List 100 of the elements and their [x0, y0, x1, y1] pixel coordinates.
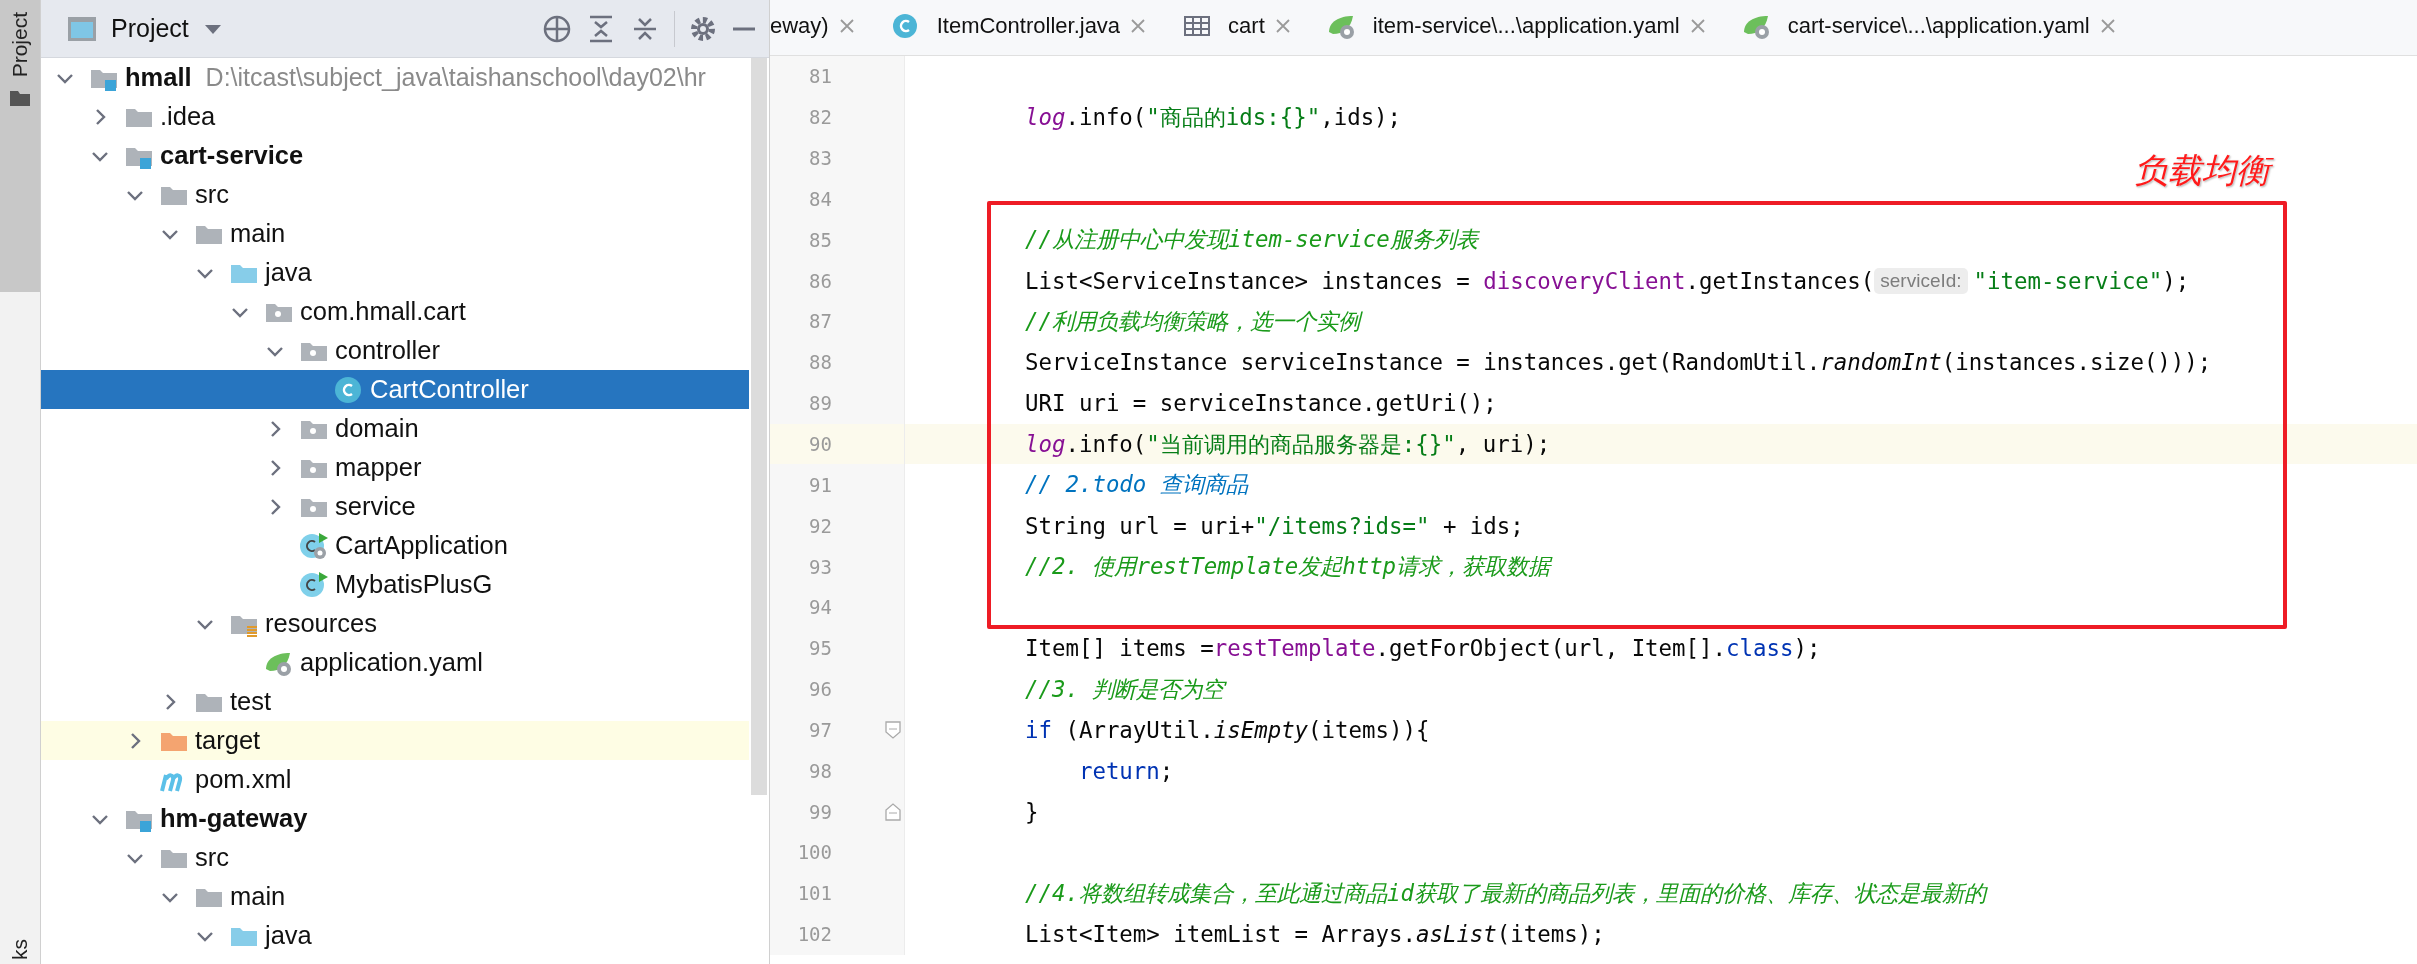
tree-row[interactable]: mapper	[41, 448, 749, 487]
editor-tab[interactable]: cart	[1162, 0, 1307, 55]
code-token: //4.将数组转成集合，至此通过商品id获取了最新的商品列表，里面的价格、库存、状态是最新的	[1025, 878, 1986, 908]
tree-row[interactable]: CartApplication	[41, 526, 749, 565]
tree-row[interactable]: test	[41, 682, 749, 721]
settings-icon[interactable]	[689, 14, 717, 43]
editor-tab[interactable]: eway)	[770, 0, 871, 55]
code-token: );	[1793, 635, 1821, 662]
tree-row[interactable]: application.yaml	[41, 643, 749, 682]
code-token: log	[1025, 431, 1066, 457]
spring-class-icon	[299, 531, 329, 560]
tree-item-label: resources	[265, 609, 377, 638]
code-token: );	[2162, 267, 2190, 294]
line-number: 94	[808, 596, 832, 619]
code-token: discoveryClient	[1483, 267, 1686, 294]
code-token: log	[1025, 104, 1066, 131]
tree-item-label: com.hmall.cart	[300, 297, 466, 326]
close-icon[interactable]	[1689, 18, 1706, 34]
line-number: 82	[808, 106, 832, 129]
code-token: // 2.todo 查询商品	[1025, 470, 1248, 500]
editor-tab[interactable]: item-service\...\application.yaml	[1306, 0, 1722, 55]
line-number: 91	[808, 473, 832, 496]
code-token: List<ServiceInstance> instances =	[1025, 267, 1471, 294]
tree-row[interactable]: resources	[41, 604, 749, 643]
line-number: 84	[808, 187, 832, 210]
panel-title: Project	[111, 14, 189, 43]
line-number: 88	[808, 351, 832, 374]
line-number: 86	[808, 269, 832, 292]
tree-row[interactable]: service	[41, 487, 749, 526]
class-icon	[334, 375, 364, 404]
line-number: 97	[808, 718, 832, 741]
tree-item-label: java	[265, 921, 312, 950]
code-token: List<Item> itemList = Arrays.	[1025, 921, 1416, 948]
tree-row[interactable]: main	[41, 214, 749, 253]
tree-row[interactable]: main	[41, 877, 749, 916]
line-number: 100	[796, 841, 832, 864]
line-number: 81	[808, 65, 832, 88]
tree-row[interactable]: java	[41, 916, 749, 955]
tree-item-label: service	[335, 492, 416, 521]
tree-item-label: cart-service	[160, 141, 304, 170]
editor-tab[interactable]: ItemController.java	[870, 0, 1163, 55]
bookmarks-tool-tab[interactable]: ks	[8, 939, 32, 960]
tree-item-label: application.yaml	[300, 648, 483, 677]
fold-marker-icon[interactable]	[885, 802, 901, 821]
code-token: isEmpty	[1213, 716, 1309, 743]
tree-row[interactable]: pom.xml	[41, 760, 749, 799]
close-icon[interactable]	[838, 18, 855, 34]
line-number: 98	[808, 759, 832, 782]
tree-row[interactable]: .idea	[41, 97, 749, 136]
code-token: ServiceInstance serviceInstance = instances.get(RandomUtil.	[1025, 349, 1821, 376]
editor-tab[interactable]: cart-service\...\application.yaml	[1721, 0, 2132, 55]
tree-item-label: target	[195, 726, 261, 755]
close-icon[interactable]	[1274, 18, 1291, 34]
tree-row[interactable]: controller	[41, 331, 749, 370]
code-token: .info(	[1065, 104, 1147, 131]
window-icon	[67, 15, 97, 42]
code-token: //从注册中心中发现item-service服务列表	[1025, 225, 1478, 255]
line-number: 92	[808, 514, 832, 537]
tree-item-label: mapper	[335, 453, 422, 482]
scrollbar-thumb[interactable]	[751, 58, 767, 795]
code-token: String url = uri+	[1025, 512, 1255, 539]
tree-item-label: controller	[335, 336, 440, 365]
tree-item-label: src	[195, 843, 229, 872]
line-number: 89	[808, 392, 832, 415]
fold-marker-icon[interactable]	[885, 720, 901, 739]
tree-item-label: main	[230, 882, 286, 911]
folder-icon	[9, 89, 31, 108]
tree-row[interactable]: hm-gateway	[41, 799, 749, 838]
close-icon[interactable]	[2099, 18, 2116, 34]
tree-row[interactable]: domain	[41, 409, 749, 448]
tree-row[interactable]: com.hmall.cart	[41, 292, 749, 331]
tree-row[interactable]: CartController	[41, 370, 749, 409]
line-number: 85	[808, 228, 832, 251]
code-token: , uri);	[1455, 431, 1551, 457]
code-token: //3. 判断是否为空	[1025, 674, 1225, 704]
code-token: URI uri = serviceInstance.getUri();	[1025, 390, 1497, 417]
code-token: class	[1726, 635, 1794, 662]
tree-row[interactable]: java	[41, 253, 749, 292]
code-token: (instances.size()));	[1941, 349, 2212, 376]
tree-row[interactable]: src	[41, 175, 749, 214]
line-number: 102	[796, 923, 832, 946]
code-token: asList	[1415, 921, 1497, 948]
project-tool-tab[interactable]: Project	[0, 0, 40, 292]
code-token: "当前调用的商品服务器是:{}"	[1146, 429, 1456, 459]
tree-item-label: .idea	[160, 102, 216, 131]
code-token: (items)){	[1308, 716, 1430, 743]
tree-item-label: src	[195, 180, 229, 209]
crosshair-icon[interactable]	[542, 13, 572, 44]
line-number: 101	[796, 882, 832, 905]
code-token: return	[1077, 757, 1160, 784]
tree-item-label: domain	[335, 414, 419, 443]
close-icon[interactable]	[1130, 18, 1147, 34]
code-token: "item-service"	[1973, 267, 2163, 294]
code-token: restTemplate	[1213, 635, 1376, 662]
tree-row[interactable]: MybatisPlusG	[41, 565, 749, 604]
tree-row[interactable]: target	[41, 721, 749, 760]
tree-row[interactable]: cart-service	[41, 136, 749, 175]
line-number: 90	[808, 433, 832, 455]
tree-row[interactable]: src	[41, 838, 749, 877]
tree-row[interactable]: hmall D:\itcast\subject_java\taishanschool\day02\hr	[41, 58, 749, 97]
